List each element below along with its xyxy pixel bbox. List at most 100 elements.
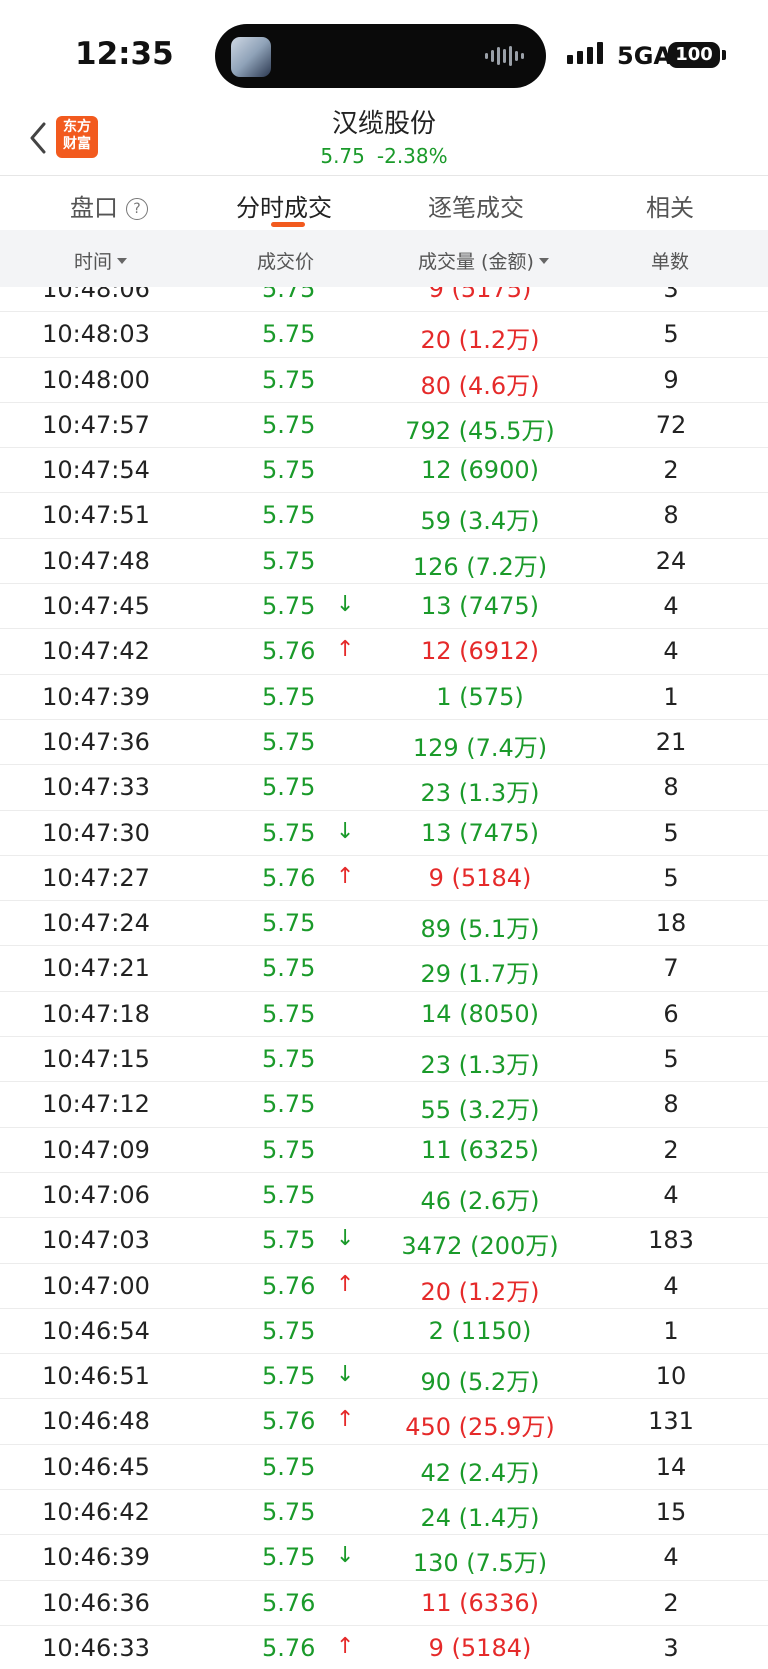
trade-count: 1 [663, 1316, 679, 1345]
trade-time: 10:46:54 [42, 1316, 150, 1345]
trade-price: 5.75 [262, 1543, 316, 1572]
trade-time: 10:47:45 [42, 592, 150, 621]
stock-price: 5.75 [320, 144, 365, 168]
status-time: 12:35 [75, 36, 174, 72]
col-volume[interactable]: 成交量 (金额) [418, 247, 549, 274]
trade-volume: 3472 (200万) [401, 1232, 559, 1261]
trade-price: 5.76 [262, 863, 316, 892]
trade-count: 4 [663, 1180, 679, 1209]
trade-volume: 59 (3.4万) [420, 507, 540, 536]
trade-count: 1 [663, 682, 679, 711]
trade-time: 10:46:42 [42, 1498, 150, 1527]
trade-count: 14 [655, 1452, 687, 1481]
trade-time: 10:48:06 [42, 287, 150, 303]
trade-price: 5.75 [262, 1226, 316, 1255]
table-row: 10:47:54 5.75 12 (6900) 2 [0, 448, 768, 494]
trade-price: 5.75 [262, 410, 316, 439]
trade-volume: 130 (7.5万) [412, 1549, 548, 1578]
col-time[interactable]: 时间 [74, 247, 128, 274]
trade-price: 5.75 [262, 592, 316, 621]
trade-count: 18 [655, 909, 687, 938]
trade-count: 72 [655, 410, 687, 439]
trade-volume: 126 (7.2万) [412, 552, 548, 581]
trade-count: 6 [663, 999, 679, 1028]
trade-count: 4 [663, 592, 679, 621]
trade-price: 5.75 [262, 546, 316, 575]
network-type: 5GA [617, 42, 672, 70]
trade-price: 5.75 [262, 365, 316, 394]
dynamic-island[interactable] [215, 24, 546, 88]
trade-price: 5.75 [262, 1316, 316, 1345]
table-row: 10:46:36 5.76 11 (6336) 2 [0, 1581, 768, 1626]
tab-order-book[interactable]: 盘口? [70, 188, 148, 223]
trade-price: 5.75 [262, 320, 316, 349]
trade-time: 10:47:30 [42, 818, 150, 847]
battery-tip [722, 50, 726, 60]
table-row: 10:46:39 5.75 ↓ 130 (7.5万) 4 [0, 1535, 768, 1581]
trade-count: 15 [655, 1498, 687, 1527]
table-row: 10:46:45 5.75 42 (2.4万) 14 [0, 1445, 768, 1491]
col-volume-label: 成交量 (金额) [418, 251, 534, 273]
trades-list[interactable]: 10:48:06 5.75 9 (5175) 3 10:48:03 5.75 20 (1.2… [0, 287, 768, 1669]
column-header: 时间 成交价 成交量 (金额) 单数 [0, 230, 768, 287]
table-row: 10:47:09 5.75 11 (6325) 2 [0, 1128, 768, 1173]
trade-time: 10:47:48 [42, 546, 150, 575]
trade-price: 5.75 [262, 1135, 316, 1164]
table-row: 10:47:33 5.75 23 (1.3万) 8 [0, 765, 768, 811]
trade-time: 10:47:33 [42, 773, 150, 802]
trade-count: 131 [648, 1407, 694, 1436]
trade-volume: 129 (7.4万) [412, 733, 548, 762]
trade-volume: 23 (1.3万) [420, 1051, 540, 1080]
sort-caret-icon [117, 258, 128, 264]
stock-quote: 5.75 -2.38% [0, 144, 768, 168]
trade-time: 10:46:39 [42, 1543, 150, 1572]
table-row: 10:46:51 5.75 ↓ 90 (5.2万) 10 [0, 1354, 768, 1400]
table-row: 10:47:00 5.76 ↑ 20 (1.2万) 4 [0, 1264, 768, 1309]
trade-count: 2 [663, 456, 679, 485]
trade-price: 5.75 [262, 1045, 316, 1074]
trade-volume: 792 (45.5万) [405, 416, 555, 445]
trades-rows: 10:48:06 5.75 9 (5175) 3 10:48:03 5.75 20 (1.2… [0, 287, 768, 1669]
trade-time: 10:47:24 [42, 909, 150, 938]
trade-volume: 12 (6912) [421, 637, 539, 666]
trade-volume: 13 (7475) [421, 592, 539, 621]
trade-count: 7 [663, 954, 679, 983]
now-playing-thumbnail [231, 37, 271, 77]
trade-time: 10:47:54 [42, 456, 150, 485]
trade-time: 10:46:48 [42, 1407, 150, 1436]
col-price: 成交价 [257, 251, 315, 273]
trade-count: 183 [648, 1226, 694, 1255]
trade-price: 5.75 [262, 287, 316, 303]
trade-count: 5 [663, 863, 679, 892]
trade-volume: 29 (1.7万) [420, 960, 540, 989]
table-row: 10:47:03 5.75 ↓ 3472 (200万) 183 [0, 1218, 768, 1264]
trade-time: 10:47:06 [42, 1180, 150, 1209]
table-row: 10:46:42 5.75 24 (1.4万) 15 [0, 1490, 768, 1536]
trade-volume: 2 (1150) [428, 1316, 532, 1345]
trade-time: 10:47:27 [42, 863, 150, 892]
trade-volume: 9 (5184) [428, 863, 532, 892]
trade-volume: 90 (5.2万) [420, 1368, 540, 1397]
tab-related[interactable]: 相关 [646, 188, 694, 223]
table-row: 10:48:00 5.75 80 (4.6万) 9 [0, 358, 768, 403]
trade-count: 2 [663, 1588, 679, 1617]
trade-volume: 55 (3.2万) [420, 1096, 540, 1125]
trade-price: 5.75 [262, 954, 316, 983]
tab-intraday-trades[interactable]: 分时成交 [236, 188, 332, 223]
tab-tick-trades[interactable]: 逐笔成交 [428, 188, 524, 223]
trade-volume: 9 (5184) [428, 1633, 532, 1662]
tab-label: 逐笔成交 [428, 194, 524, 222]
table-row: 10:47:45 5.75 ↓ 13 (7475) 4 [0, 584, 768, 630]
trade-price: 5.76 [262, 1271, 316, 1300]
trade-price: 5.75 [262, 1090, 316, 1119]
trade-volume: 11 (6336) [421, 1588, 539, 1617]
help-icon[interactable]: ? [126, 198, 148, 220]
trade-price: 5.75 [262, 999, 316, 1028]
trade-price: 5.76 [262, 1633, 316, 1662]
trade-count: 2 [663, 1135, 679, 1164]
trade-time: 10:47:03 [42, 1226, 150, 1255]
trade-volume: 20 (1.2万) [420, 1277, 540, 1306]
battery-icon: 100 [668, 42, 720, 68]
trade-volume: 46 (2.6万) [420, 1186, 540, 1215]
trade-time: 10:47:18 [42, 999, 150, 1028]
